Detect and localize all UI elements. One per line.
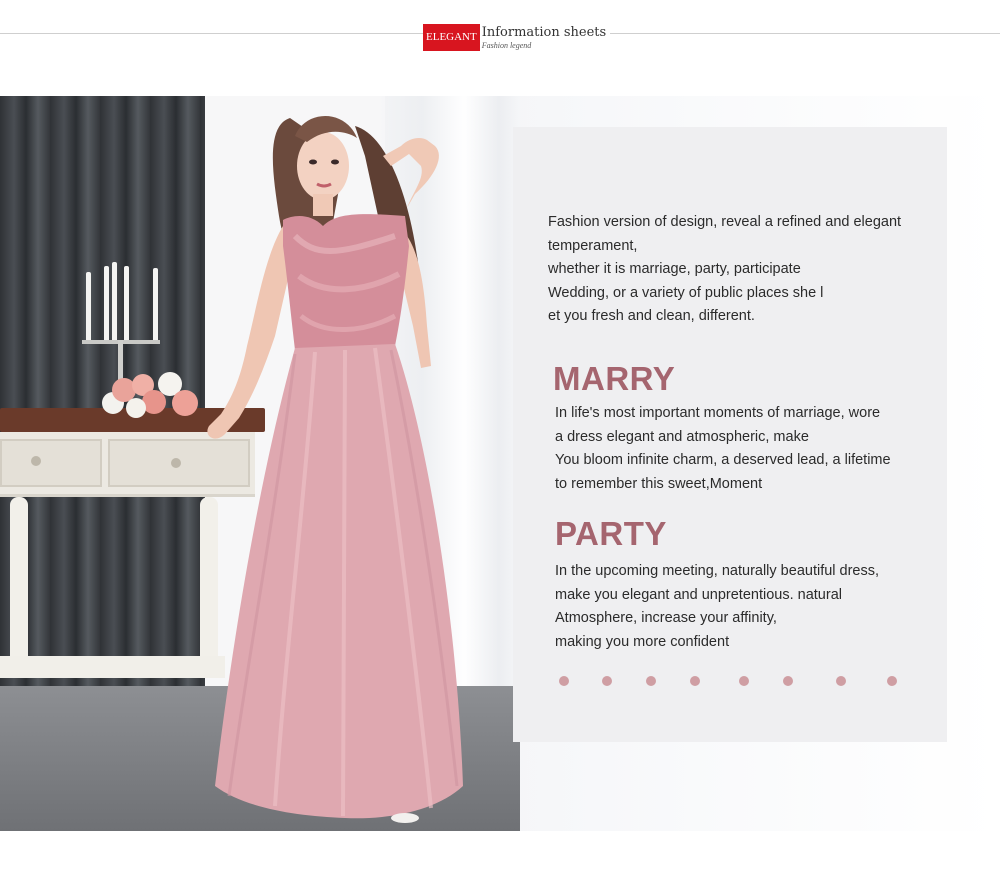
section-line: making you more confident [555, 633, 730, 650]
table-drawer [0, 439, 102, 487]
decorative-dot [836, 676, 846, 686]
decorative-dot [690, 676, 700, 686]
candle [112, 262, 117, 342]
section-line: make you elegant and unpretentious. natu… [555, 586, 842, 603]
intro-line: whether it is marriage, party, participa… [548, 261, 801, 277]
table-base [0, 656, 225, 678]
elegant-badge: ELEGANT [423, 24, 480, 51]
intro-line: temperament, [548, 237, 638, 254]
section-line: In life's most important moments of marr… [555, 405, 881, 421]
section-line: a dress elegant and atmospheric, make [555, 428, 809, 445]
rose [126, 398, 146, 418]
section-line: In the upcoming meeting, naturally beaut… [555, 563, 880, 579]
decorative-dot [602, 676, 612, 686]
candle [124, 266, 129, 342]
decorative-dot [559, 676, 569, 686]
intro-line: et you fresh and clean, different. [548, 308, 755, 324]
drawer-knob [171, 458, 181, 468]
candle [104, 266, 109, 342]
flower-bouquet [98, 372, 202, 424]
decorative-dot [887, 676, 897, 686]
candle [153, 268, 158, 342]
decorative-dot [739, 676, 749, 686]
decorative-dot [646, 676, 656, 686]
intro-line: Fashion version of design, reveal a refi… [548, 214, 902, 230]
header-subtitle: Fashion legend [481, 41, 532, 50]
header-title: Information sheets [481, 25, 607, 40]
section-header: ELEGANT Information sheets Fashion legen… [423, 24, 611, 54]
model-in-pink-dress [207, 116, 463, 823]
header-text: Information sheets Fashion legend [482, 24, 606, 50]
intro-line: Wedding, or a variety of public places s… [548, 284, 824, 301]
intro-paragraph: Fashion version of design, reveal a refi… [548, 211, 918, 329]
section-text-party: In the upcoming meeting, naturally beaut… [555, 560, 915, 654]
section-title-marry: MARRY [553, 360, 676, 397]
section-line: Atmosphere, increase your affinity, [555, 610, 777, 626]
section-title-party: PARTY [555, 515, 667, 552]
candle [86, 272, 91, 342]
drawer-knob [31, 456, 41, 466]
section-text-marry: In life's most important moments of marr… [555, 402, 915, 496]
table-leg [10, 497, 28, 667]
section-line: to remember this sweet,Moment [555, 475, 763, 492]
section-line: You bloom infinite charm, a deserved lea… [555, 452, 891, 468]
decorative-dot [783, 676, 793, 686]
